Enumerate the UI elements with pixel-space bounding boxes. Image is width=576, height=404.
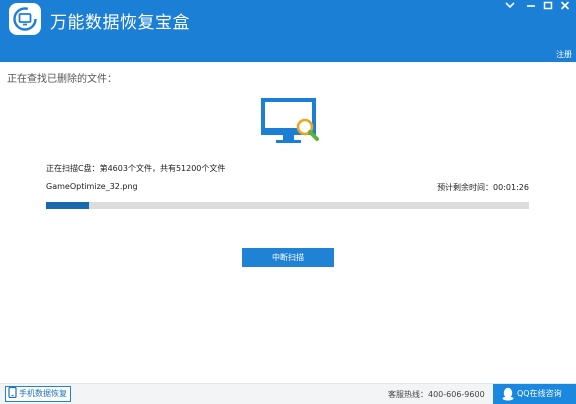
current-file-name: GameOptimize_32.png — [46, 182, 138, 191]
qq-penguin-icon — [502, 387, 514, 401]
minimize-icon[interactable] — [523, 0, 539, 14]
stop-scan-button[interactable]: 中断扫描 — [242, 248, 334, 267]
scan-status-text: 正在扫描C盘：第4603个文件，共有51200个文件 — [46, 164, 226, 173]
phone-icon — [8, 386, 17, 399]
mobile-recovery-button[interactable]: 手机数据恢复 — [5, 386, 71, 402]
maximize-icon[interactable] — [540, 0, 556, 14]
mobile-recovery-label: 手机数据恢复 — [19, 389, 67, 398]
qq-consult-label: QQ在线咨询 — [517, 389, 562, 398]
remaining-time: 预计剩余时间：00:01:26 — [437, 183, 529, 192]
scan-heading: 正在查找已删除的文件： — [7, 74, 117, 85]
register-link[interactable]: 注册 — [556, 49, 572, 60]
close-icon[interactable] — [557, 0, 573, 14]
chevron-down-icon[interactable] — [502, 0, 518, 14]
scan-progress-fill — [46, 202, 90, 209]
footer-bar: 手机数据恢复 客服热线：400-606-9600 QQ在线咨询 — [0, 383, 576, 404]
qq-consult-button[interactable]: QQ在线咨询 — [493, 384, 576, 404]
app-logo-icon — [9, 3, 41, 35]
scan-progress-bar — [46, 202, 529, 209]
title-bar: 万能数据恢复宝盒 注册 — [0, 0, 576, 62]
monitor-search-icon — [260, 97, 322, 149]
service-hotline: 客服热线：400-606-9600 — [388, 390, 485, 399]
app-title: 万能数据恢复宝盒 — [50, 13, 190, 33]
